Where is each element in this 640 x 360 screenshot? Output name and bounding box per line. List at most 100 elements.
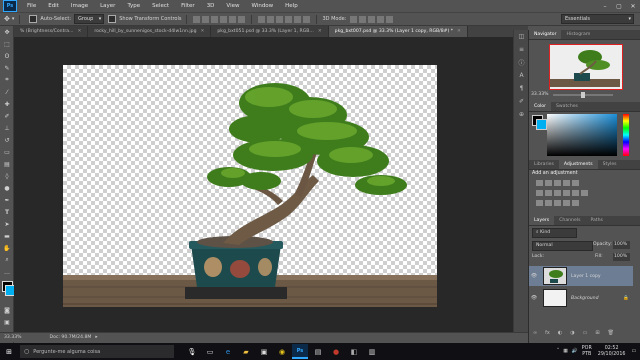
zoom-tool-icon[interactable]: ⌕ [0, 254, 14, 266]
align-hcenter-icon[interactable] [229, 15, 237, 23]
menu-filter[interactable]: Filter [175, 3, 201, 9]
navigator-zoom-slider[interactable] [553, 92, 613, 98]
doc-tab[interactable]: pkg_bxt051.psd @ 33.3% (Layer 1, RGB... ✕ [211, 26, 329, 37]
pen-tool-icon[interactable]: ✒ [0, 194, 14, 206]
quick-mask-icon[interactable]: ◙ [0, 304, 14, 316]
crop-tool-icon[interactable]: ⌗ [0, 74, 14, 86]
link-layers-icon[interactable]: ∞ [533, 330, 537, 336]
zoom-slider-handle[interactable] [581, 92, 585, 98]
tab-libraries[interactable]: Libraries [529, 160, 559, 169]
blend-mode-dropdown[interactable]: Normal [532, 241, 593, 251]
shape-tool-icon[interactable]: ▬ [0, 230, 14, 242]
close-tab-icon[interactable]: ✕ [201, 29, 205, 34]
distribute-icon[interactable] [303, 15, 311, 23]
network-icon[interactable]: ▦ [563, 349, 568, 354]
app-icon[interactable]: ● [328, 345, 344, 358]
language-indicator[interactable]: POR PTB [582, 346, 592, 357]
clone-source-panel-icon[interactable]: ⊕ [514, 108, 529, 121]
tab-navigator[interactable]: Navigator [529, 30, 562, 39]
status-chevron-icon[interactable]: ▸ [95, 335, 97, 340]
3d-scale-icon[interactable] [386, 15, 394, 23]
edge-icon[interactable]: e [220, 345, 236, 358]
lasso-tool-icon[interactable]: ʘ [0, 50, 14, 62]
tab-layers[interactable]: Layers [529, 216, 555, 225]
exposure-adjustment-icon[interactable] [563, 180, 570, 186]
3d-slide-icon[interactable] [377, 15, 385, 23]
menu-view[interactable]: View [220, 3, 245, 9]
distribute-icon[interactable] [285, 15, 293, 23]
tab-styles[interactable]: Styles [598, 160, 622, 169]
posterize-adjustment-icon[interactable] [545, 200, 552, 206]
tab-swatches[interactable]: Swatches [551, 102, 583, 111]
info-panel-icon[interactable]: ⓘ [514, 56, 529, 69]
tab-paths[interactable]: Paths [585, 216, 608, 225]
store-icon[interactable]: ▣ [256, 345, 272, 358]
character-panel-icon[interactable]: A [514, 69, 529, 82]
app-icon[interactable]: ▤ [310, 345, 326, 358]
layer-row-selected[interactable]: 👁 Layer 1 copy [529, 266, 633, 286]
tab-histogram[interactable]: Histogram [561, 30, 595, 39]
color-background[interactable] [536, 119, 547, 130]
volume-icon[interactable]: 🔊 [572, 349, 578, 354]
tool-preset-chevron-icon[interactable]: ▾ [12, 16, 15, 22]
close-tab-icon[interactable]: ✕ [77, 29, 81, 34]
marquee-tool-icon[interactable]: ⬚ [0, 38, 14, 50]
delete-layer-icon[interactable]: 🗑 [608, 330, 614, 336]
eraser-tool-icon[interactable]: ▭ [0, 146, 14, 158]
paragraph-panel-icon[interactable]: ¶ [514, 82, 529, 95]
dodge-tool-icon[interactable]: ● [0, 182, 14, 194]
navigator-preview[interactable] [549, 44, 623, 90]
type-tool-icon[interactable]: T [0, 206, 14, 218]
properties-panel-icon[interactable]: ≡ [514, 43, 529, 56]
invert-adjustment-icon[interactable] [536, 200, 543, 206]
tray-chevron-icon[interactable]: ˄ [557, 349, 559, 354]
mic-icon[interactable]: 🎙 [184, 345, 200, 358]
visibility-eye-icon[interactable]: 👁 [529, 295, 539, 301]
gradient-tool-icon[interactable]: ▤ [0, 158, 14, 170]
align-top-icon[interactable] [193, 15, 201, 23]
menu-select[interactable]: Select [146, 3, 175, 9]
auto-select-checkbox[interactable] [29, 15, 38, 23]
menu-help[interactable]: Help [279, 3, 304, 9]
align-bottom-icon[interactable] [211, 15, 219, 23]
tab-color[interactable]: Color [529, 102, 551, 111]
history-brush-tool-icon[interactable]: ↺ [0, 134, 14, 146]
align-vcenter-icon[interactable] [202, 15, 210, 23]
hue-slider[interactable] [623, 114, 629, 156]
menu-3d[interactable]: 3D [201, 3, 221, 9]
threshold-adjustment-icon[interactable] [554, 200, 561, 206]
add-mask-icon[interactable]: ◐ [558, 330, 562, 336]
quick-select-tool-icon[interactable]: ✎ [0, 62, 14, 74]
fill-field[interactable]: 100% [613, 253, 630, 261]
tab-channels[interactable]: Channels [554, 216, 585, 225]
more-tools-icon[interactable]: … [0, 266, 14, 278]
file-explorer-icon[interactable]: ▰ [238, 345, 254, 358]
opacity-field[interactable]: 100% [613, 241, 630, 249]
color-field[interactable] [547, 114, 617, 156]
doc-tab[interactable]: rocky_hill_by_sunnenigos_stock-d4lw1nn.j… [88, 26, 212, 37]
new-adjustment-icon[interactable]: ◑ [570, 330, 574, 336]
black-white-adjustment-icon[interactable] [554, 190, 561, 196]
distribute-icon[interactable] [276, 15, 284, 23]
color-lookup-adjustment-icon[interactable] [581, 190, 588, 196]
doc-tab[interactable]: % (Brightness/Contra... ✕ [14, 26, 89, 37]
layer-style-icon[interactable]: fx [545, 330, 550, 336]
tab-adjustments[interactable]: Adjustments [558, 160, 598, 169]
align-right-icon[interactable] [238, 15, 246, 23]
minimize-icon[interactable]: – [598, 3, 612, 10]
levels-adjustment-icon[interactable] [545, 180, 552, 186]
hand-tool-icon[interactable]: ✋ [0, 242, 14, 254]
eyedropper-tool-icon[interactable]: ⁄ [0, 86, 14, 98]
3d-roll-icon[interactable] [359, 15, 367, 23]
show-transform-checkbox[interactable] [108, 15, 117, 23]
windows-start-icon[interactable]: ⊞ [1, 345, 17, 358]
layer-name[interactable]: Layer 1 copy [571, 274, 601, 279]
photo-filter-adjustment-icon[interactable] [563, 190, 570, 196]
move-tool-icon[interactable]: ✥ [0, 26, 14, 38]
close-tab-icon[interactable]: ✕ [457, 29, 461, 34]
distribute-icon[interactable] [294, 15, 302, 23]
3d-rotate-icon[interactable] [350, 15, 358, 23]
menu-window[interactable]: Window [245, 3, 279, 9]
new-layer-icon[interactable]: ⊞ [595, 330, 599, 336]
selective-color-adjustment-icon[interactable] [563, 200, 570, 206]
